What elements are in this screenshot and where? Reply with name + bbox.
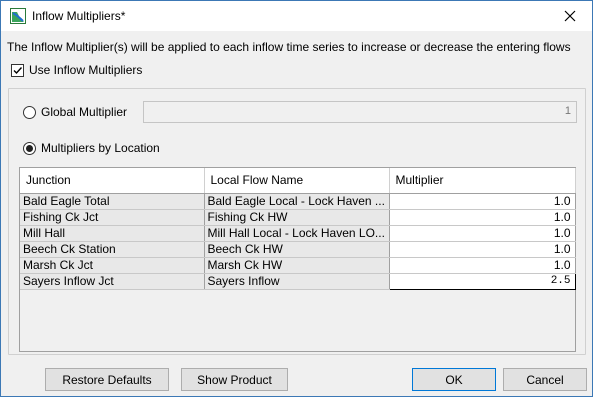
checkmark-icon	[13, 66, 23, 74]
multiplier-cell[interactable]: 1.0	[389, 209, 576, 226]
global-multiplier-radio[interactable]: Global Multiplier	[23, 105, 127, 119]
multiplier-cell[interactable]: 1.0	[389, 241, 576, 258]
window-title: Inflow Multipliers*	[32, 9, 126, 23]
junction-cell: Fishing Ck Jct	[20, 209, 205, 226]
use-inflow-multipliers-checkbox[interactable]: Use Inflow Multipliers	[11, 63, 142, 77]
multipliers-by-location-label: Multipliers by Location	[41, 141, 160, 155]
column-header-multiplier[interactable]: Multiplier	[389, 168, 576, 194]
table-row: Sayers Inflow Jct Sayers Inflow 2.5	[20, 272, 576, 290]
global-multiplier-field: 1	[143, 101, 577, 123]
junction-cell: Bald Eagle Total	[20, 193, 205, 210]
global-multiplier-label: Global Multiplier	[41, 105, 128, 119]
multiplier-cell[interactable]: 1.0	[389, 257, 576, 274]
checkbox-box[interactable]	[11, 63, 24, 77]
table-row: Fishing Ck Jct Fishing Ck HW 1.0	[20, 209, 576, 226]
local-flow-cell: Bald Eagle Local - Lock Haven ...	[204, 193, 390, 210]
use-inflow-multipliers-label: Use Inflow Multipliers	[29, 63, 143, 77]
junction-cell: Sayers Inflow Jct	[20, 273, 205, 290]
junction-cell: Marsh Ck Jct	[20, 257, 205, 274]
close-icon	[564, 10, 575, 22]
local-flow-cell: Marsh Ck HW	[204, 257, 390, 274]
local-flow-cell: Fishing Ck HW	[204, 209, 390, 226]
table-header-row: Junction Local Flow Name Multiplier	[20, 168, 576, 194]
table-row: Bald Eagle Total Bald Eagle Local - Lock…	[20, 193, 576, 210]
restore-defaults-button[interactable]: Restore Defaults	[45, 368, 169, 391]
multiplier-cell-editing[interactable]: 2.5	[388, 272, 576, 290]
title-bar: Inflow Multipliers*	[1, 1, 592, 31]
cancel-button[interactable]: Cancel	[503, 368, 587, 391]
close-button[interactable]	[547, 1, 592, 31]
table-row: Marsh Ck Jct Marsh Ck HW 1.0	[20, 257, 576, 274]
multiplier-cell[interactable]: 1.0	[389, 225, 576, 242]
table-row: Mill Hall Mill Hall Local - Lock Haven L…	[20, 225, 576, 242]
multipliers-table: Junction Local Flow Name Multiplier Bald…	[19, 167, 576, 352]
column-header-local-flow-name[interactable]: Local Flow Name	[204, 168, 390, 194]
local-flow-cell: Sayers Inflow	[204, 273, 390, 290]
multiplier-cell[interactable]: 1.0	[389, 193, 576, 210]
app-icon	[10, 8, 26, 24]
inflow-multipliers-dialog: Inflow Multipliers* The Inflow Multiplie…	[0, 0, 593, 397]
junction-cell: Mill Hall	[20, 225, 205, 242]
show-product-button[interactable]: Show Product	[181, 368, 288, 391]
description-text: The Inflow Multiplier(s) will be applied…	[7, 40, 571, 54]
column-header-junction[interactable]: Junction	[20, 168, 205, 194]
local-flow-cell: Beech Ck HW	[204, 241, 390, 258]
radio-button[interactable]	[23, 105, 36, 119]
table-row: Beech Ck Station Beech Ck HW 1.0	[20, 241, 576, 258]
local-flow-cell: Mill Hall Local - Lock Haven LO...	[204, 225, 390, 242]
multipliers-by-location-radio[interactable]: Multipliers by Location	[23, 141, 160, 155]
ok-button[interactable]: OK	[412, 368, 496, 391]
junction-cell: Beech Ck Station	[20, 241, 205, 258]
radio-button-selected[interactable]	[23, 141, 36, 155]
